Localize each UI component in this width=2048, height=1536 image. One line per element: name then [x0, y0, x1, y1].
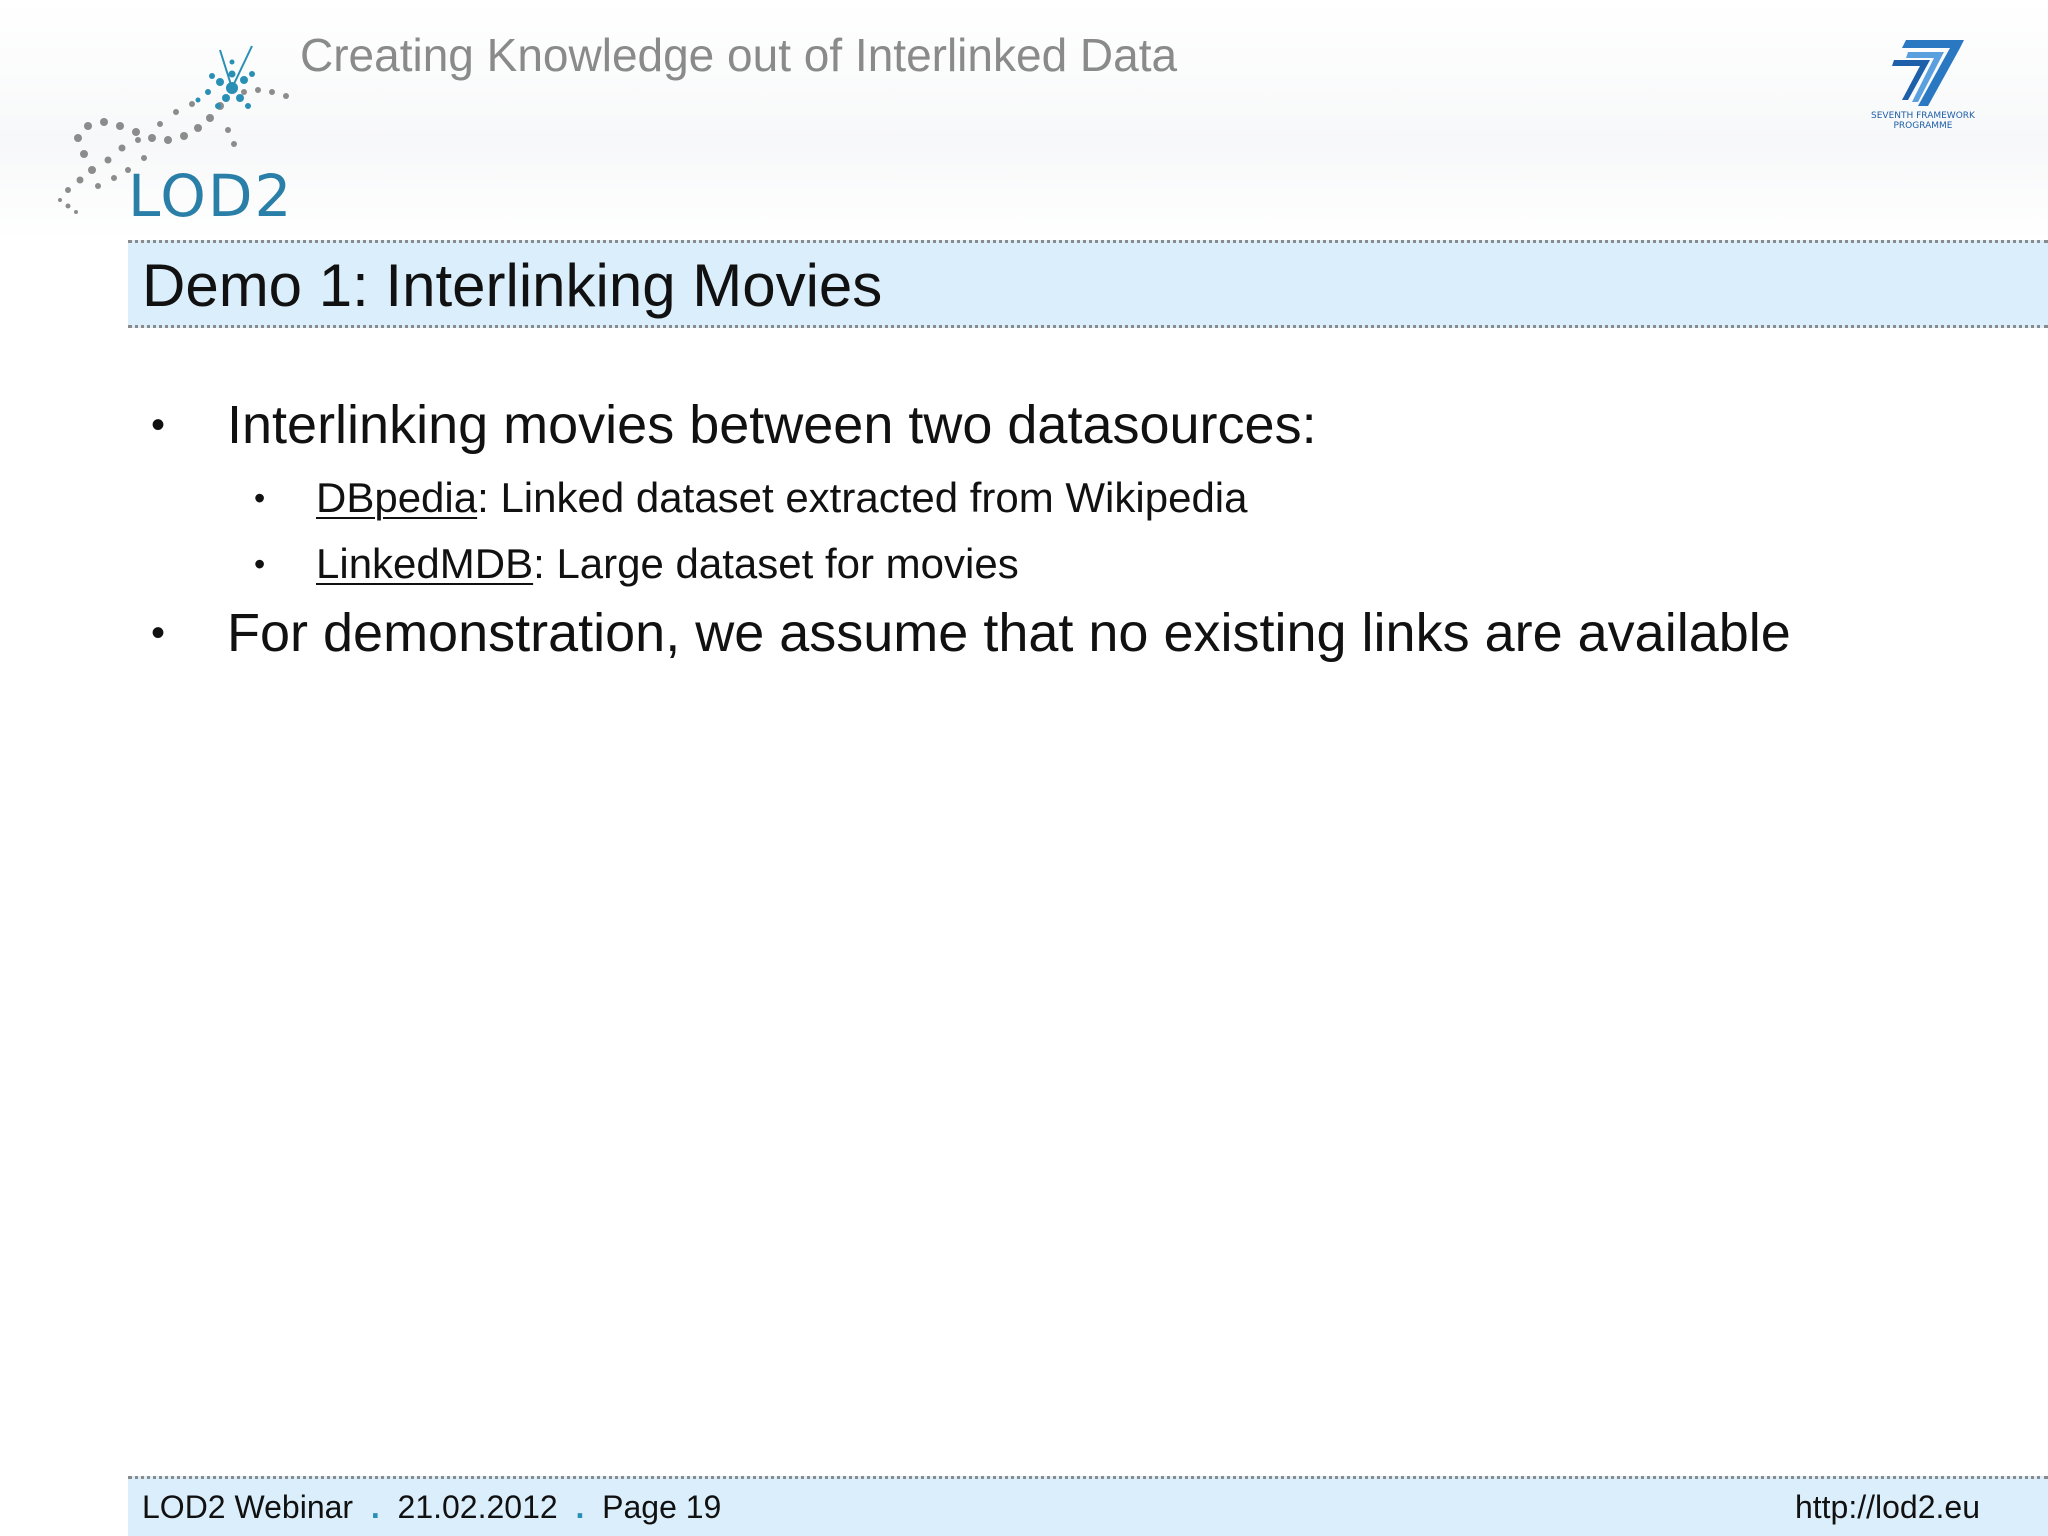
bullet-1-text: Interlinking movies between two datasour…	[227, 395, 1317, 455]
footer-event: LOD2 Webinar	[142, 1489, 354, 1525]
tagline: Creating Knowledge out of Interlinked Da…	[300, 29, 1178, 81]
bullet-dot: •	[254, 480, 266, 516]
fp7-logo: SEVENTH FRAMEWORK PROGRAMME	[1871, 40, 1976, 130]
bullet-dot: •	[254, 546, 266, 582]
footer-left: LOD2 Webinar . 21.02.2012 . Page 19	[142, 1487, 721, 1527]
sub-bullet-linkedmdb-text: : Large dataset for movies	[533, 540, 1019, 587]
bullet-dot: •	[151, 611, 166, 655]
footer-url[interactable]: http://lod2.eu	[1795, 1487, 1980, 1527]
fp7-line-1: SEVENTH FRAMEWORK	[1871, 111, 1976, 121]
sub-bullet-linkedmdb: • LinkedMDB: Large dataset for movies	[254, 538, 1019, 590]
footer-separator: .	[575, 1489, 585, 1525]
footer-date: 21.02.2012	[397, 1489, 558, 1525]
title-bar: Demo 1: Interlinking Movies	[128, 240, 2048, 328]
bullet-1: • Interlinking movies between two dataso…	[151, 393, 1317, 457]
logo-text: LOD2	[128, 162, 293, 230]
sub-bullet-dbpedia-text: : Linked dataset extracted from Wikipedi…	[477, 474, 1248, 521]
bullet-dot: •	[151, 403, 166, 447]
linkedmdb-link[interactable]: LinkedMDB	[316, 540, 533, 587]
footer-bar: LOD2 Webinar . 21.02.2012 . Page 19 http…	[128, 1476, 2048, 1536]
footer-separator: .	[370, 1489, 380, 1525]
fp7-line-2: PROGRAMME	[1893, 121, 1952, 130]
slide-title: Demo 1: Interlinking Movies	[142, 252, 883, 319]
bullet-2: • For demonstration, we assume that no e…	[151, 601, 1791, 665]
bullet-2-text: For demonstration, we assume that no exi…	[227, 603, 1791, 663]
footer-page: Page 19	[602, 1489, 722, 1525]
dbpedia-link[interactable]: DBpedia	[316, 474, 477, 521]
sub-bullet-dbpedia: • DBpedia: Linked dataset extracted from…	[254, 472, 1248, 524]
